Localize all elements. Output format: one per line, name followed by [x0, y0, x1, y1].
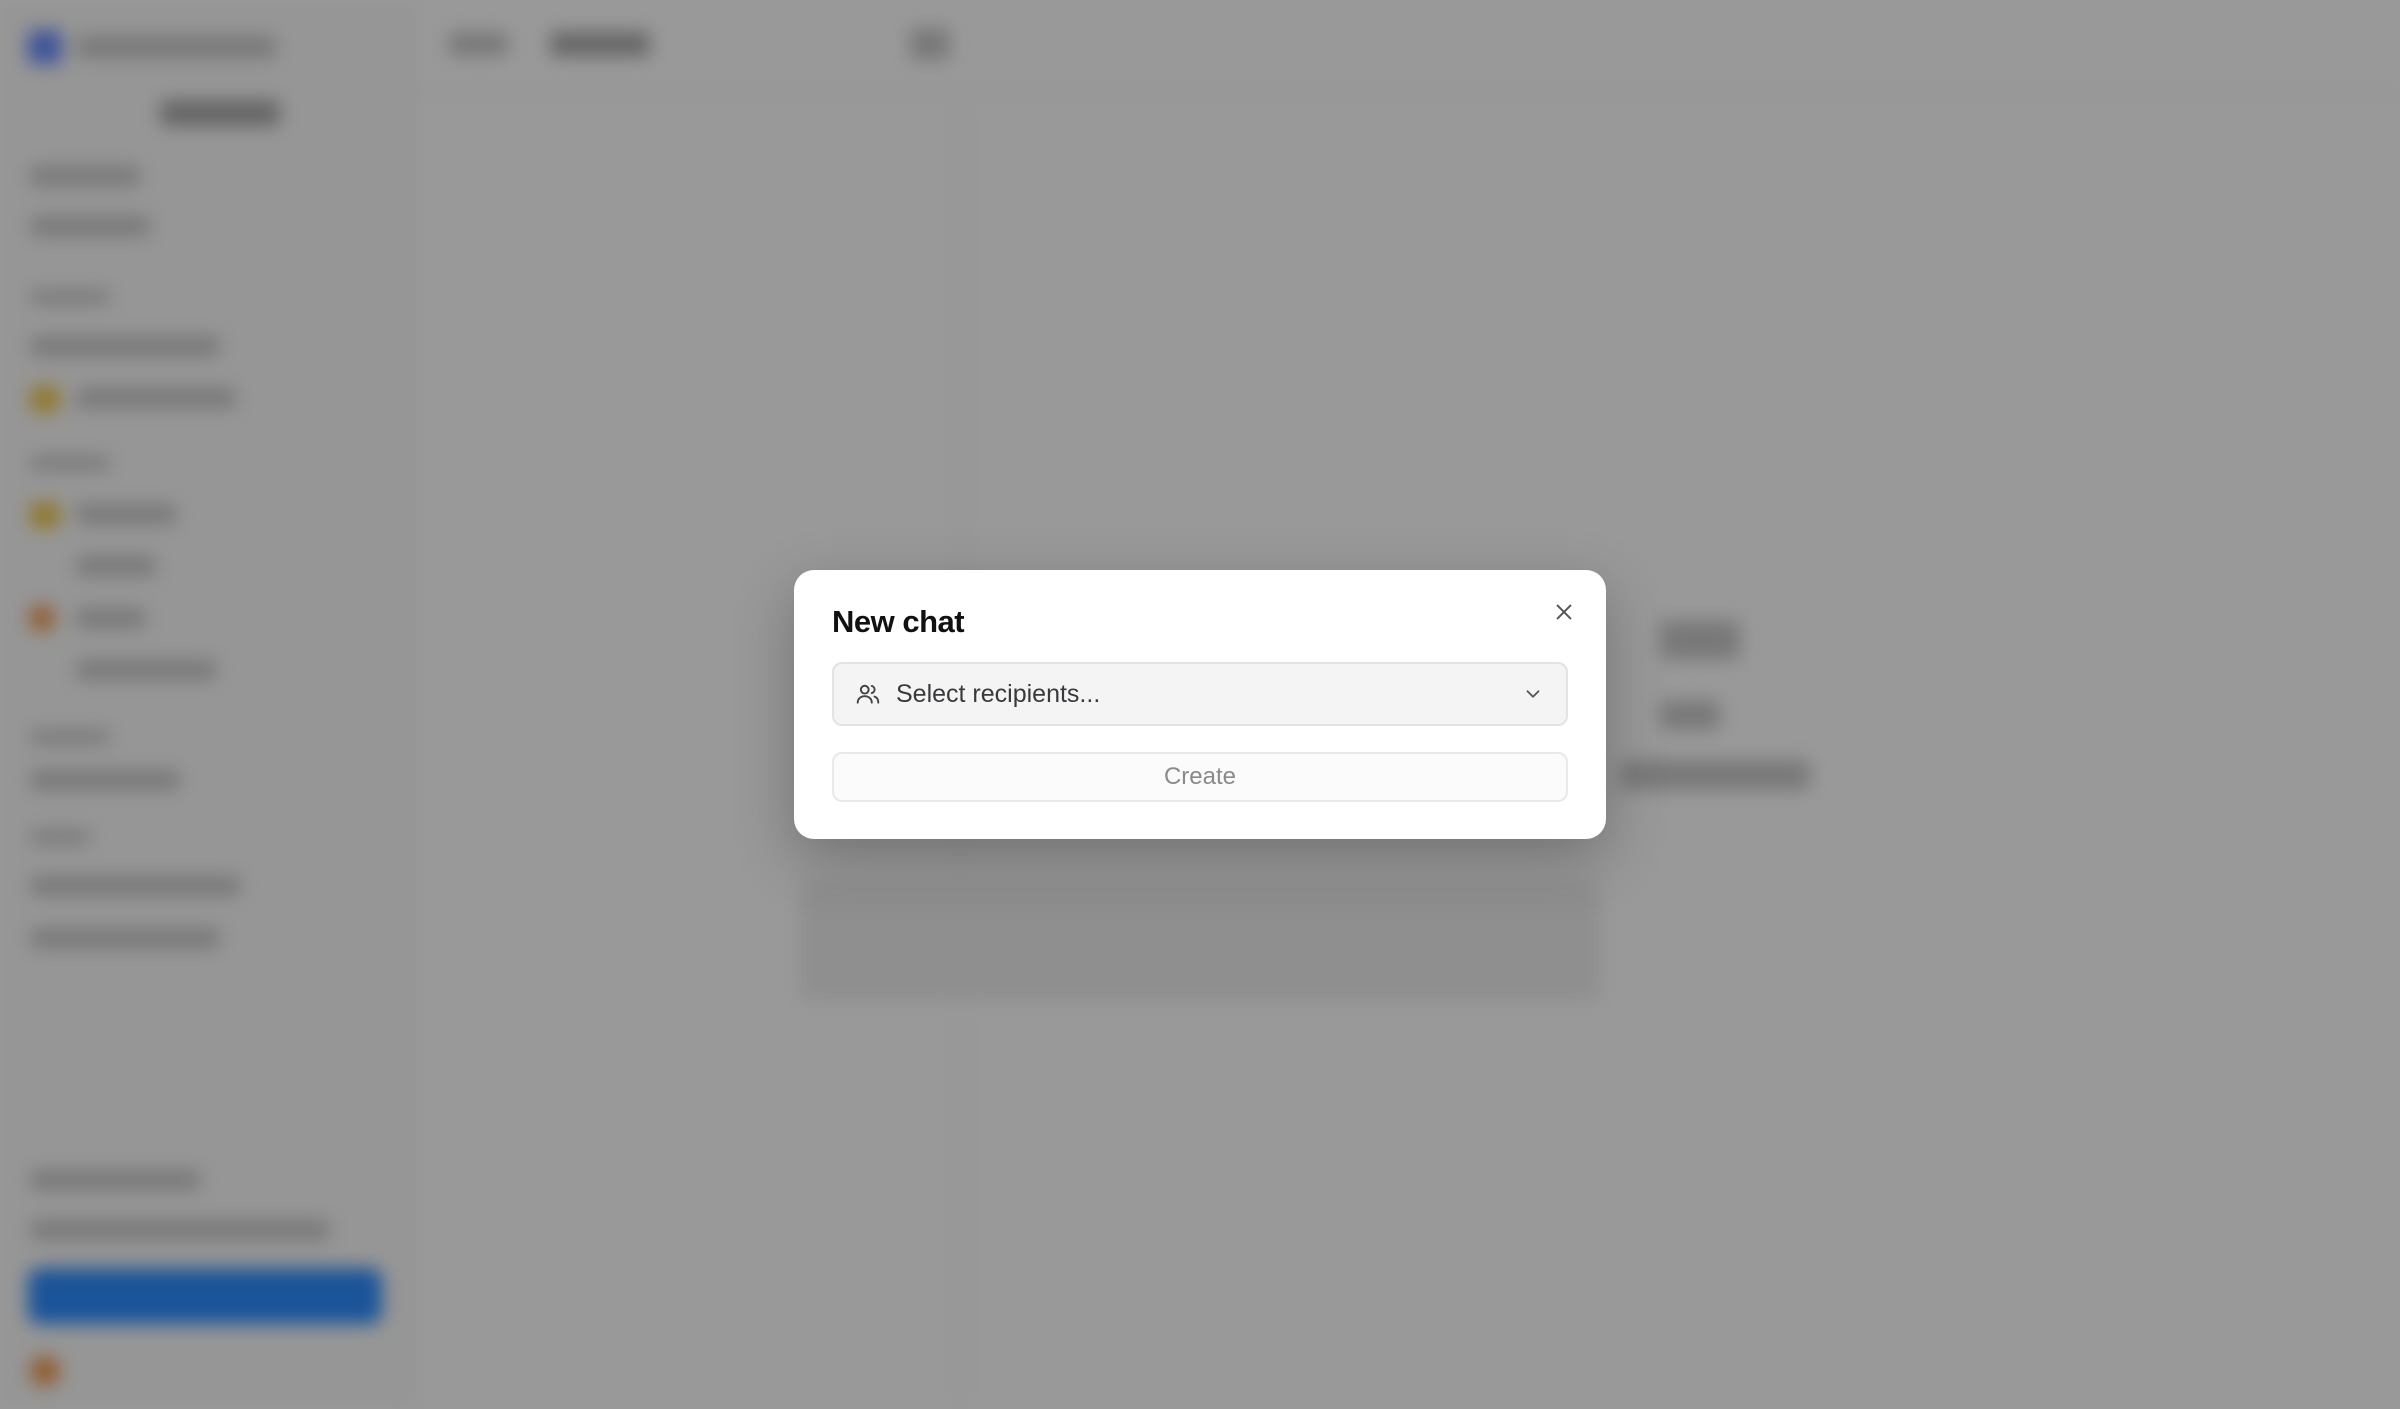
recipients-placeholder: Select recipients... — [896, 679, 1101, 708]
recipients-select[interactable]: Select recipients... — [832, 662, 1568, 726]
dialog-title: New chat — [832, 604, 965, 639]
close-button[interactable] — [1546, 594, 1582, 630]
close-icon — [1556, 604, 1572, 620]
new-chat-dialog: New chat Select recipients... Create — [794, 570, 1606, 839]
users-icon — [854, 680, 882, 708]
chevron-down-icon — [1520, 681, 1546, 707]
create-button[interactable]: Create — [832, 752, 1568, 802]
app-window: New chat Select recipients... Create — [0, 0, 2400, 1409]
